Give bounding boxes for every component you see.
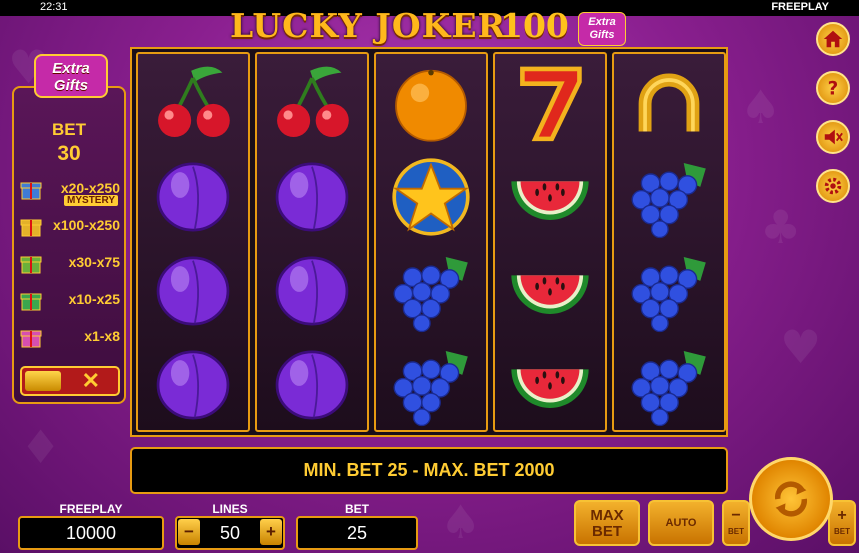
seven-symbol [495,56,605,150]
watermelon-symbol [495,244,605,338]
reel-1 [136,52,250,432]
prize-range: x30-x75 [68,254,120,270]
spin-icon [775,481,807,517]
autoplay-label: AUTO [665,517,697,529]
plum-symbol [257,338,367,432]
grapes-symbol [614,244,724,338]
bet-field: 25 [296,516,418,550]
bg-suit-diamond: ♦ [20,420,62,474]
reel-2 [255,52,369,432]
sound-button[interactable] [816,120,850,154]
prize-row: x30-x75 [20,250,124,280]
bet-decrease-label: BET [728,527,744,536]
bet-increase-symbol: + [837,507,847,524]
help-icon: ? [828,78,839,99]
toggle-off-icon: ✕ [81,368,100,393]
home-icon [823,30,843,48]
autoplay-button[interactable]: AUTO [648,500,714,546]
gift-icon [20,330,42,348]
prize-range: x20-x250 [60,180,120,196]
extra-gifts-toggle[interactable]: ✕ [20,366,120,396]
prize-range: x100-x250 [53,217,120,233]
star-symbol [376,150,486,244]
extra-gifts-logo: Extra Gifts [34,54,108,98]
settings-icon [824,177,842,195]
mode-indicator: FREEPLAY [771,1,829,13]
extra-gifts-badge: Extra Gifts [578,12,626,46]
gift-icon [20,219,42,237]
plum-symbol [257,244,367,338]
lines-increase-button[interactable]: + [260,519,282,545]
reel-5 [612,52,726,432]
home-button[interactable] [816,22,850,56]
plum-symbol [138,338,248,432]
sound-off-icon [824,129,843,145]
settings-button[interactable] [816,169,850,203]
watermelon-symbol [495,150,605,244]
gift-icon [20,182,42,200]
title-main: LUCKY JOKER [230,6,506,45]
bg-suit-spade: ♠ [440,495,482,549]
panel-bet-label: BET [52,120,86,139]
prize-range: x1-x8 [84,328,120,344]
bet-decrease-symbol: − [731,507,741,524]
max-bet-label: MAX BET [590,507,624,540]
extra-gifts-panel: Extra Gifts BET 30 x20-x250 MYSTERY x100-x… [12,54,126,404]
bg-suit-heart: ♥ [780,320,822,374]
horseshoe-symbol [614,56,724,150]
watermelon-symbol [495,338,605,432]
bg-suit-club: ♣ [760,200,802,254]
game-title: LUCKY JOKER 100 Extra Gifts [230,6,630,46]
prize-row: x100-x250 [20,213,124,243]
cherry-symbol [257,56,367,150]
mystery-tag: MYSTERY [64,195,118,206]
grapes-symbol [614,150,724,244]
panel-bet-value: 30 [57,142,81,165]
plum-symbol [257,150,367,244]
prize-range: x10-x25 [68,291,120,307]
reel-area [130,47,728,437]
lines-label: LINES [212,502,248,516]
lines-decrease-button[interactable]: − [178,519,200,545]
title-number: 100 [500,6,569,45]
clock: 22:31 [40,1,68,13]
prize-row: x20-x250 MYSTERY [20,176,124,206]
gift-icon [20,256,42,274]
freeplay-label: FREEPLAY [59,502,123,516]
toggle-knob[interactable] [25,371,61,391]
bet-range-message: MIN. BET 25 - MAX. BET 2000 [130,447,728,494]
bg-suit-spade: ♠ [740,80,782,134]
help-button[interactable]: ? [816,71,850,105]
gift-icon [20,293,42,311]
svg-text:?: ? [828,78,839,99]
plum-symbol [138,150,248,244]
bet-decrease-button[interactable]: − BET [722,500,750,546]
cherry-symbol [138,56,248,150]
plum-symbol [138,244,248,338]
prize-row: x10-x25 [20,287,124,317]
spin-button[interactable] [749,457,833,541]
bet-increase-label: BET [834,527,850,536]
bet-label: BET [345,502,369,516]
reel-4 [493,52,607,432]
freeplay-balance: 10000 [18,516,164,550]
max-bet-button[interactable]: MAX BET [574,500,640,546]
grapes-symbol [376,338,486,432]
grapes-symbol [614,338,724,432]
prize-row: x1-x8 [20,324,124,354]
lines-value: 50 [219,523,241,543]
grapes-symbol [376,244,486,338]
reel-3 [374,52,488,432]
orange-symbol [376,56,486,150]
